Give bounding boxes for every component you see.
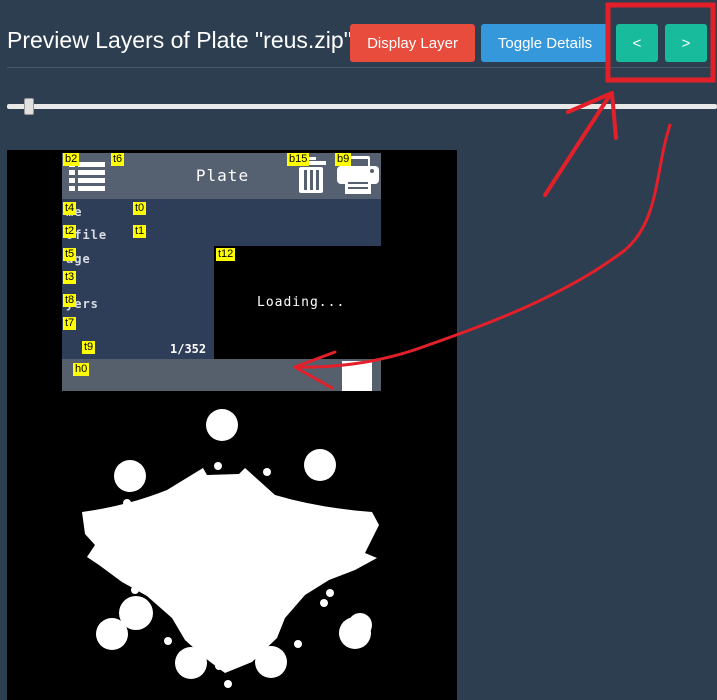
device-info-panel	[62, 199, 381, 246]
display-layer-button[interactable]: Display Layer	[350, 24, 475, 62]
tag-h0: h0	[73, 363, 90, 376]
tag-t4: t4	[63, 202, 77, 215]
layer-slider-handle[interactable]	[24, 98, 34, 115]
device-progress-marker	[342, 361, 372, 391]
device-title: Plate	[195, 166, 250, 185]
page-title: Preview Layers of Plate "reus.zip"	[7, 27, 352, 53]
layer-slider-track[interactable]	[7, 104, 717, 109]
tag-t6: t6	[111, 153, 125, 166]
layer-counter: 1/352	[170, 342, 207, 356]
tag-t0: t0	[133, 202, 147, 215]
next-layer-button[interactable]: >	[665, 24, 707, 62]
tag-t7: t7	[63, 317, 77, 330]
tag-t8: t8	[63, 294, 77, 307]
header-divider	[7, 67, 710, 68]
tag-t5: t5	[63, 248, 77, 261]
previous-layer-button[interactable]: <	[616, 24, 658, 62]
tag-t3: t3	[63, 271, 77, 284]
device-progress-bar	[62, 359, 381, 391]
tag-b2: b2	[63, 153, 80, 166]
tag-t1: t1	[133, 225, 147, 238]
tag-t9: t9	[82, 341, 96, 354]
loading-text: Loading...	[257, 295, 346, 310]
tag-t12: t12	[216, 248, 236, 261]
tag-b15: b15	[287, 153, 310, 166]
tag-t2: t2	[63, 225, 77, 238]
tag-b9: b9	[335, 153, 352, 166]
toggle-details-button[interactable]: Toggle Details	[481, 24, 609, 62]
